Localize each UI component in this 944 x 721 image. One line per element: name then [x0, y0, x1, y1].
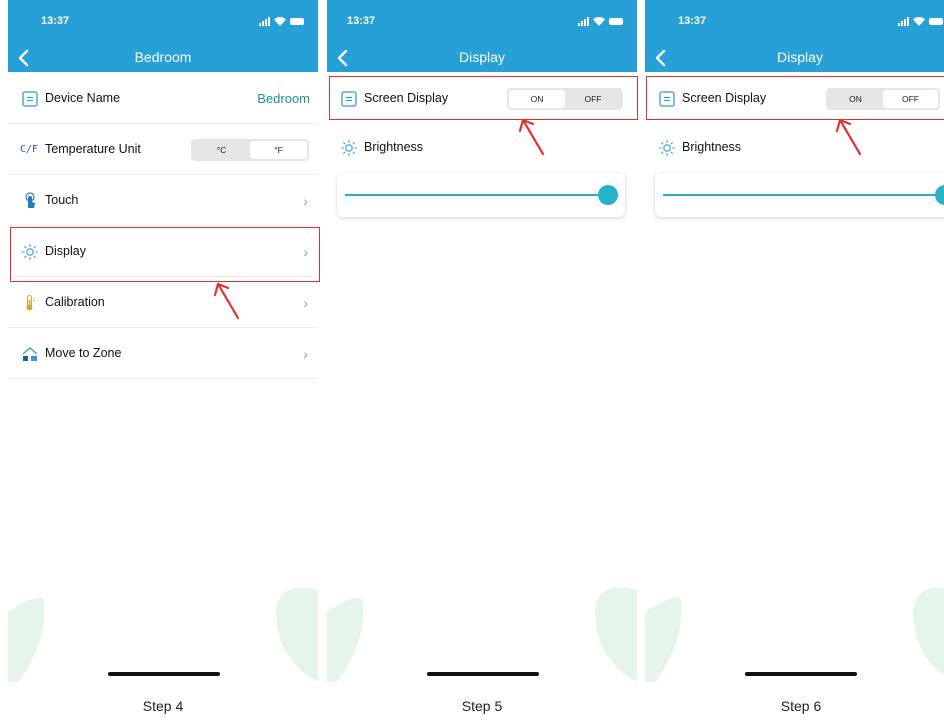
calibration-row[interactable]: Calibration ›	[8, 278, 318, 328]
red-arrow-icon	[518, 118, 545, 156]
leaf-decoration	[913, 587, 944, 676]
screen-display-label: Screen Display	[682, 91, 767, 105]
red-arrow-icon	[835, 118, 862, 156]
device-name-value: Bedroom	[257, 91, 310, 106]
signal-icon	[898, 17, 909, 26]
screen-display-row: Screen Display ON OFF	[327, 74, 637, 124]
phone-screen-step5: 13:37 Display Screen Display ON OFF Brig…	[327, 0, 637, 682]
back-chevron-icon[interactable]	[14, 47, 36, 69]
page-title: Display	[459, 49, 505, 65]
brightness-sun-icon	[658, 139, 676, 157]
celsius-option[interactable]: °C	[193, 141, 250, 159]
home-indicator	[108, 672, 220, 676]
signal-icon	[259, 17, 270, 26]
fahrenheit-option[interactable]: °F	[250, 141, 307, 159]
temperature-unit-toggle[interactable]: °C °F	[191, 139, 309, 161]
leaf-decoration	[8, 597, 45, 682]
move-to-zone-label: Move to Zone	[45, 346, 122, 360]
thermometer-icon	[26, 294, 35, 311]
display-label: Display	[45, 244, 86, 258]
device-name-label: Device Name	[45, 91, 121, 105]
status-time: 13:37	[678, 15, 707, 27]
status-time: 13:37	[41, 15, 70, 27]
slider-track[interactable]	[345, 194, 609, 196]
temperature-unit-icon: C/F	[20, 144, 39, 155]
status-bar: 13:37	[8, 0, 318, 44]
screen-display-label: Screen Display	[364, 91, 449, 105]
phone-screen-step6: 13:37 Display Screen Display ON OFF Brig…	[645, 0, 944, 682]
brightness-row: Brightness	[327, 123, 637, 173]
device-name-icon	[22, 91, 38, 107]
slider-track[interactable]	[663, 194, 941, 196]
leaf-decoration	[276, 587, 318, 682]
brightness-label: Brightness	[364, 140, 424, 154]
touch-row[interactable]: Touch ›	[8, 176, 318, 226]
brightness-label: Brightness	[682, 140, 742, 154]
display-row[interactable]: Display ›	[8, 227, 318, 277]
temperature-unit-label: Temperature Unit	[45, 142, 141, 156]
battery-icon	[929, 18, 943, 25]
brightness-row: Brightness	[645, 123, 944, 173]
step-caption: Step 5	[461, 698, 503, 714]
on-option[interactable]: ON	[828, 90, 883, 108]
chevron-right-icon: ›	[303, 346, 308, 362]
device-name-row[interactable]: Device Name Bedroom	[8, 74, 318, 124]
calibration-label: Calibration	[45, 295, 105, 309]
move-to-zone-row[interactable]: Move to Zone ›	[8, 329, 318, 379]
leaf-decoration	[327, 597, 364, 682]
off-option[interactable]: OFF	[565, 90, 621, 108]
red-arrow-icon	[213, 282, 240, 320]
screen-display-row: Screen Display ON OFF	[645, 74, 944, 124]
touch-icon	[25, 192, 35, 208]
touch-label: Touch	[45, 193, 79, 207]
battery-icon	[609, 18, 623, 25]
nav-bar: Display	[645, 44, 944, 72]
home-indicator	[745, 672, 857, 676]
on-option[interactable]: ON	[509, 90, 565, 108]
back-chevron-icon[interactable]	[651, 47, 673, 69]
wifi-icon	[593, 17, 605, 26]
step-caption: Step 4	[142, 698, 184, 714]
slider-knob[interactable]	[935, 185, 944, 205]
chevron-right-icon: ›	[303, 295, 308, 311]
page-title: Display	[777, 49, 823, 65]
brightness-slider[interactable]	[337, 173, 625, 217]
brightness-sun-icon	[340, 139, 358, 157]
back-chevron-icon[interactable]	[333, 47, 355, 69]
display-sun-icon	[21, 243, 39, 261]
home-indicator	[427, 672, 539, 676]
screen-display-toggle[interactable]: ON OFF	[826, 88, 940, 110]
temperature-unit-row: C/F Temperature Unit °C °F	[8, 125, 318, 175]
leaf-decoration	[595, 587, 637, 682]
move-zone-icon	[22, 347, 38, 361]
phone-screen-step4: 13:37 Bedroom Device Name Bedroom C/F Te…	[8, 0, 318, 682]
nav-bar: Bedroom	[8, 44, 318, 72]
slider-knob[interactable]	[598, 185, 618, 205]
step-caption: Step 6	[780, 698, 822, 714]
screen-display-icon	[659, 91, 675, 107]
battery-icon	[290, 18, 304, 25]
wifi-icon	[913, 17, 925, 26]
status-time: 13:37	[347, 15, 376, 27]
signal-icon	[578, 17, 589, 26]
status-bar: 13:37	[327, 0, 637, 44]
page-title: Bedroom	[134, 49, 192, 65]
wifi-icon	[274, 17, 286, 26]
status-bar: 13:37	[645, 0, 944, 44]
chevron-right-icon: ›	[303, 193, 308, 209]
nav-bar: Display	[327, 44, 637, 72]
screen-display-icon	[341, 91, 357, 107]
screen-display-toggle[interactable]: ON OFF	[507, 88, 623, 110]
chevron-right-icon: ›	[303, 244, 308, 260]
leaf-decoration	[645, 597, 682, 682]
brightness-slider[interactable]	[655, 173, 944, 217]
off-option[interactable]: OFF	[883, 90, 938, 108]
